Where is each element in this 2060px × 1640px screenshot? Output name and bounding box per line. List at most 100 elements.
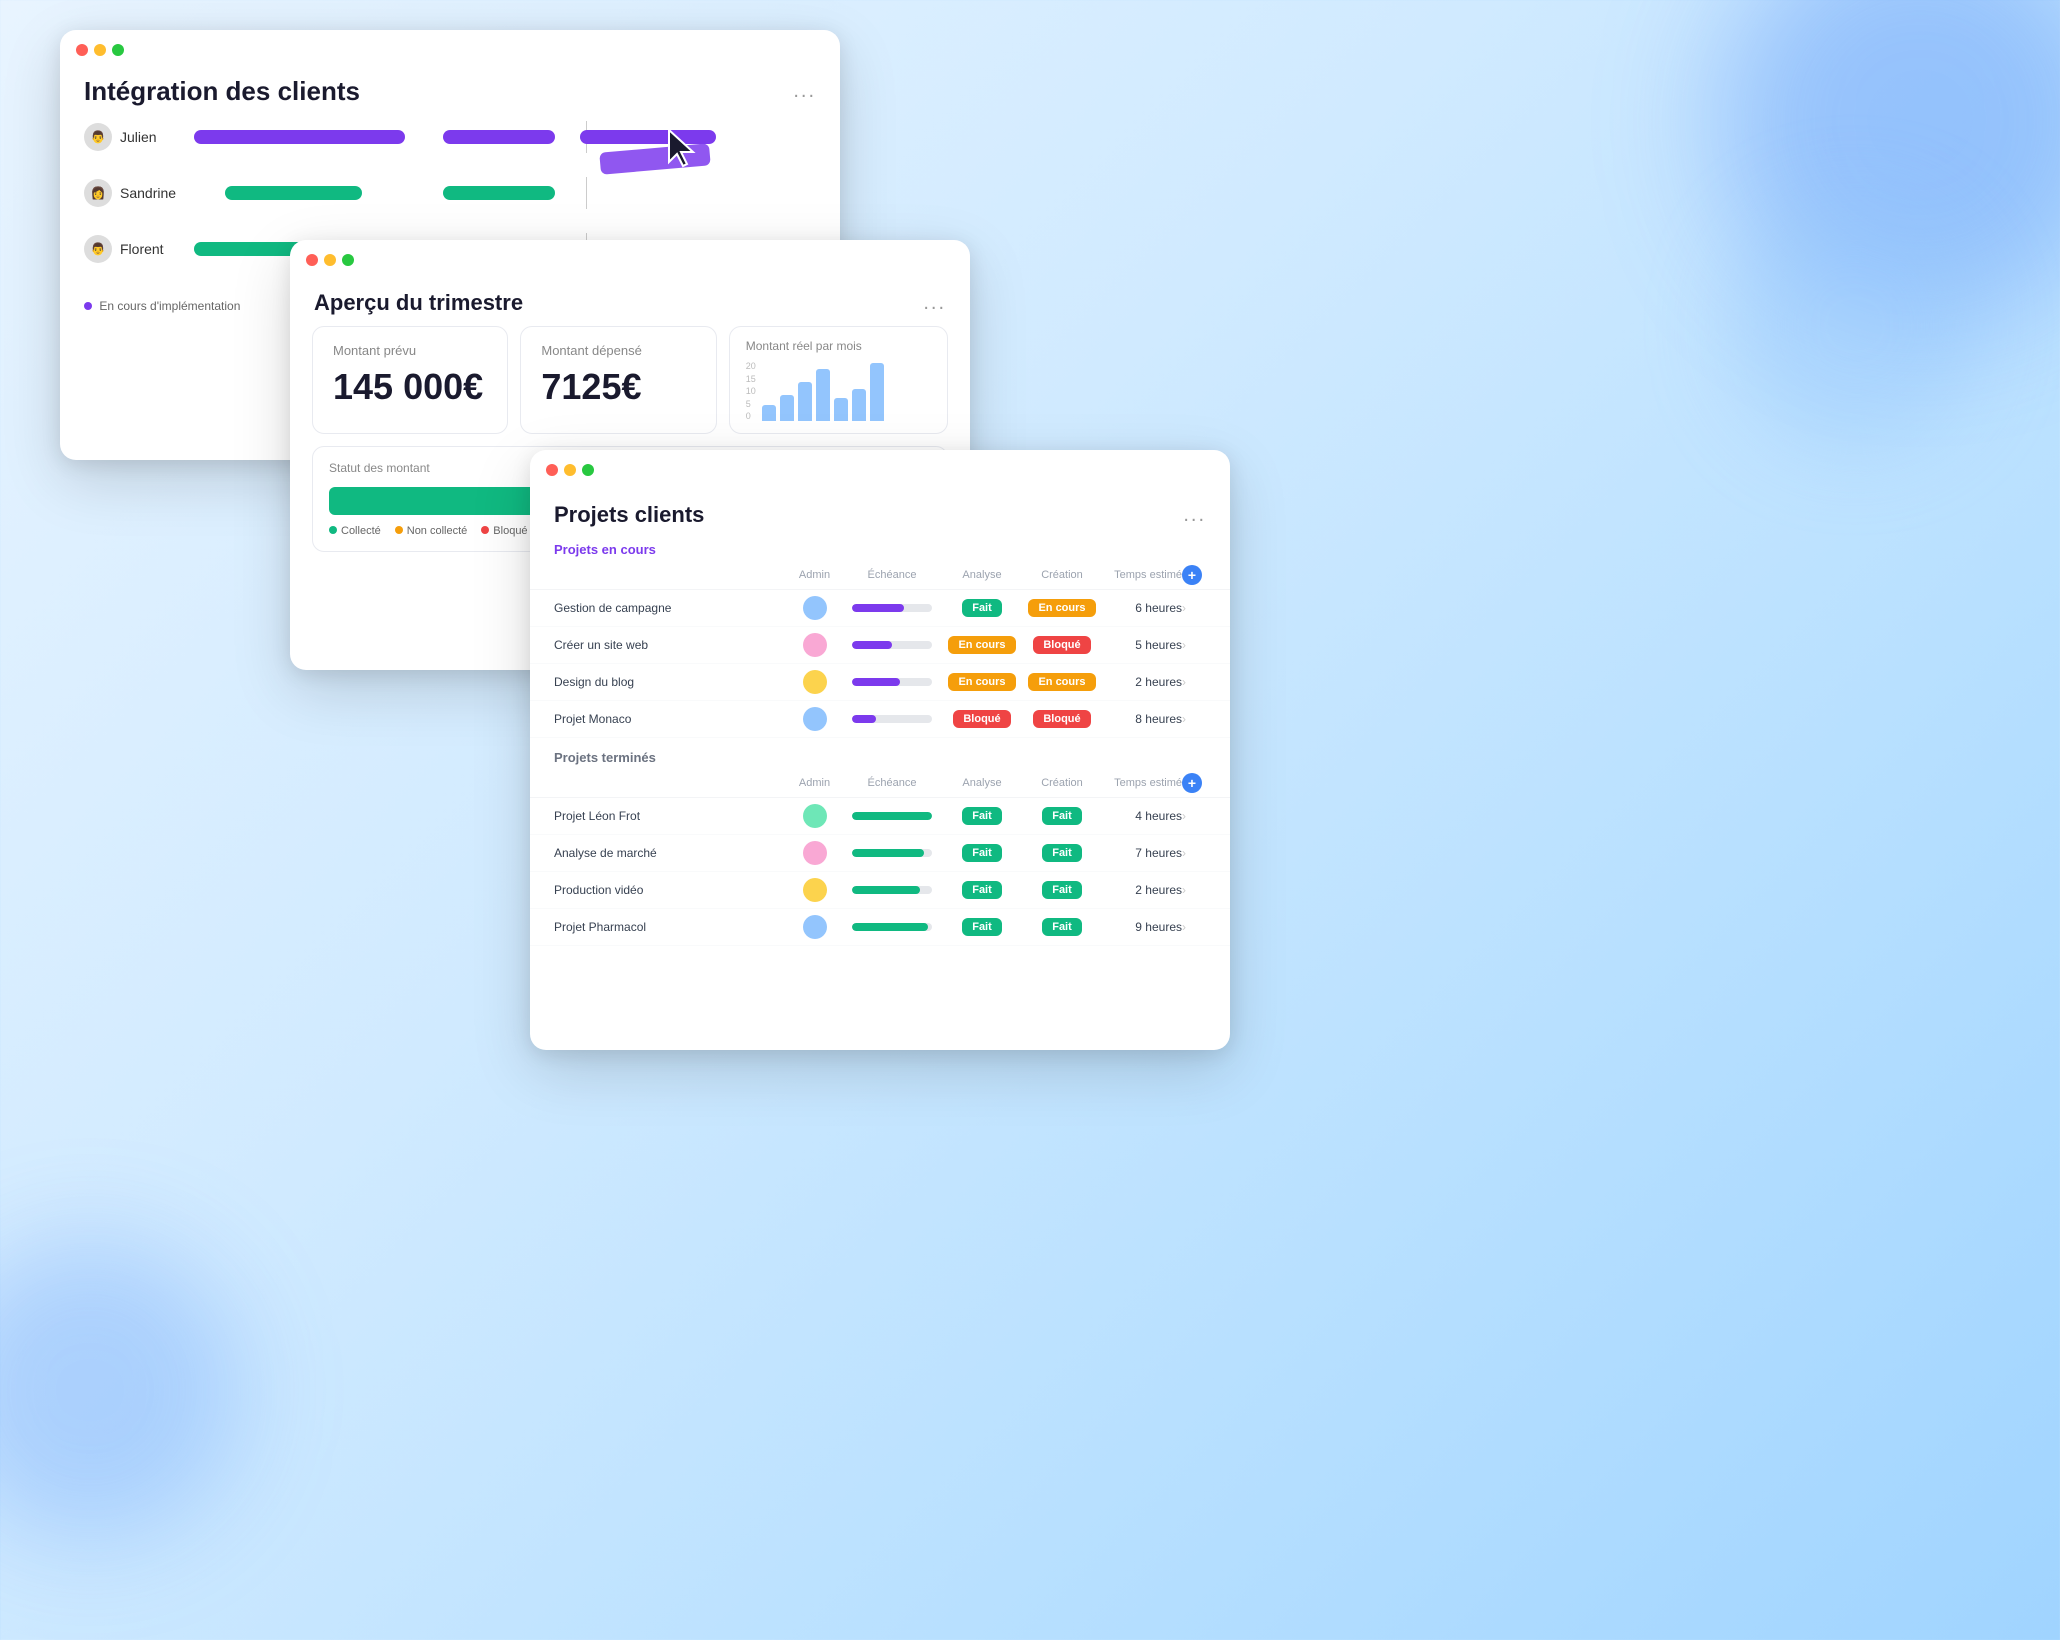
gantt-row: 👩Sandrine [84, 179, 816, 207]
col-creation-header-c: Création [1022, 777, 1102, 789]
proj-analyse: En cours [942, 636, 1022, 654]
montant-prevu-label: Montant prévu [333, 343, 487, 358]
gantt-header: Intégration des clients ... [60, 66, 840, 123]
proj-analyse: Fait [942, 807, 1022, 825]
analyse-badge: Fait [962, 844, 1002, 862]
echeance-bar [852, 678, 932, 686]
projets-more-button[interactable]: ... [1183, 504, 1206, 527]
analyse-badge: Fait [962, 599, 1002, 617]
minimize-dot-apercu[interactable] [324, 254, 336, 266]
col-echeance-header-c: Échéance [842, 777, 942, 789]
table-row[interactable]: Design du blog En cours En cours 2 heure… [530, 664, 1230, 701]
proj-analyse: Bloqué [942, 710, 1022, 728]
montant-prevu-card: Montant prévu 145 000€ [312, 326, 508, 434]
echeance-bar [852, 849, 932, 857]
window-controls [60, 30, 840, 66]
table-row[interactable]: Production vidéo Fait Fait 2 heures [530, 872, 1230, 909]
close-dot-projets[interactable] [546, 464, 558, 476]
mini-bar [870, 363, 884, 421]
table-row[interactable]: Analyse de marché Fait Fait 7 heures [530, 835, 1230, 872]
proj-row-more: › [1182, 675, 1206, 689]
proj-echeance [842, 678, 942, 686]
chart-y-axis: 20151050 [746, 361, 756, 421]
proj-creation: Bloqué [1022, 710, 1102, 728]
proj-name: Analyse de marché [554, 846, 787, 860]
echeance-bar [852, 604, 932, 612]
gantt-bars [194, 125, 816, 149]
mini-bar [816, 369, 830, 421]
gantt-bar [443, 186, 555, 200]
table-row[interactable]: Créer un site web En cours Bloqué 5 heur… [530, 627, 1230, 664]
montant-depense-value: 7125€ [541, 366, 695, 408]
proj-name: Gestion de campagne [554, 601, 787, 615]
col-admin-header: Admin [787, 569, 842, 581]
apercu-header: Aperçu du trimestre ... [290, 276, 970, 326]
close-dot-apercu[interactable] [306, 254, 318, 266]
minimize-dot-projets[interactable] [564, 464, 576, 476]
proj-admin [787, 878, 842, 902]
table-row[interactable]: Gestion de campagne Fait En cours 6 heur… [530, 590, 1230, 627]
gantt-bars [194, 181, 816, 205]
projets-table-header-active: Admin Échéance Analyse Création Temps es… [530, 561, 1230, 590]
col-plus-header: + [1182, 565, 1206, 585]
proj-temps: 9 heures [1102, 920, 1182, 934]
proj-temps: 6 heures [1102, 601, 1182, 615]
completed-section-title: Projets terminés [530, 744, 1230, 769]
montant-depense-card: Montant dépensé 7125€ [520, 326, 716, 434]
row-more-icon: › [1182, 712, 1186, 726]
mini-bar [852, 389, 866, 421]
avatar [803, 596, 827, 620]
chart-y-label: 5 [746, 399, 756, 409]
proj-admin [787, 804, 842, 828]
proj-row-more: › [1182, 638, 1206, 652]
col-admin-header-c: Admin [787, 777, 842, 789]
echeance-bar [852, 923, 932, 931]
creation-badge: Fait [1042, 807, 1082, 825]
apercu-more-button[interactable]: ... [923, 292, 946, 315]
proj-name: Production vidéo [554, 883, 787, 897]
close-dot[interactable] [76, 44, 88, 56]
active-rows-container: Gestion de campagne Fait En cours 6 heur… [530, 590, 1230, 738]
echeance-fill [852, 604, 904, 612]
proj-creation: Fait [1022, 844, 1102, 862]
legend-dot [395, 526, 403, 534]
table-row[interactable]: Projet Léon Frot Fait Fait 4 heures [530, 798, 1230, 835]
statut-legend-item: Bloqué [481, 525, 527, 537]
legend-dot-purple [84, 302, 92, 310]
proj-creation: Fait [1022, 918, 1102, 936]
chart-y-label: 0 [746, 411, 756, 421]
table-row[interactable]: Projet Monaco Bloqué Bloqué 8 heures [530, 701, 1230, 738]
proj-row-more: › [1182, 809, 1206, 823]
echeance-bar [852, 812, 932, 820]
proj-admin [787, 841, 842, 865]
proj-admin [787, 707, 842, 731]
proj-echeance [842, 886, 942, 894]
maximize-dot-apercu[interactable] [342, 254, 354, 266]
apercu-title: Aperçu du trimestre [314, 290, 523, 316]
proj-row-more: › [1182, 712, 1206, 726]
legend-dot [329, 526, 337, 534]
creation-badge: Bloqué [1033, 636, 1090, 654]
mini-bar [780, 395, 794, 421]
gantt-person: 👨Julien [84, 123, 194, 151]
creation-badge: En cours [1028, 599, 1095, 617]
chart-bars [762, 361, 884, 421]
minimize-dot[interactable] [94, 44, 106, 56]
add-column-button-c[interactable]: + [1182, 773, 1202, 793]
row-more-icon: › [1182, 846, 1186, 860]
analyse-badge: Fait [962, 881, 1002, 899]
row-more-icon: › [1182, 638, 1186, 652]
projets-table-header-completed: Admin Échéance Analyse Création Temps es… [530, 769, 1230, 798]
maximize-dot[interactable] [112, 44, 124, 56]
add-column-button[interactable]: + [1182, 565, 1202, 585]
proj-creation: Bloqué [1022, 636, 1102, 654]
proj-echeance [842, 715, 942, 723]
avatar: 👩 [84, 179, 112, 207]
table-row[interactable]: Projet Pharmacol Fait Fait 9 heures [530, 909, 1230, 946]
gantt-person-name: Julien [120, 129, 157, 145]
col-echeance-header: Échéance [842, 569, 942, 581]
col-analyse-header: Analyse [942, 569, 1022, 581]
avatar [803, 915, 827, 939]
gantt-more-button[interactable]: ... [793, 80, 816, 103]
maximize-dot-projets[interactable] [582, 464, 594, 476]
